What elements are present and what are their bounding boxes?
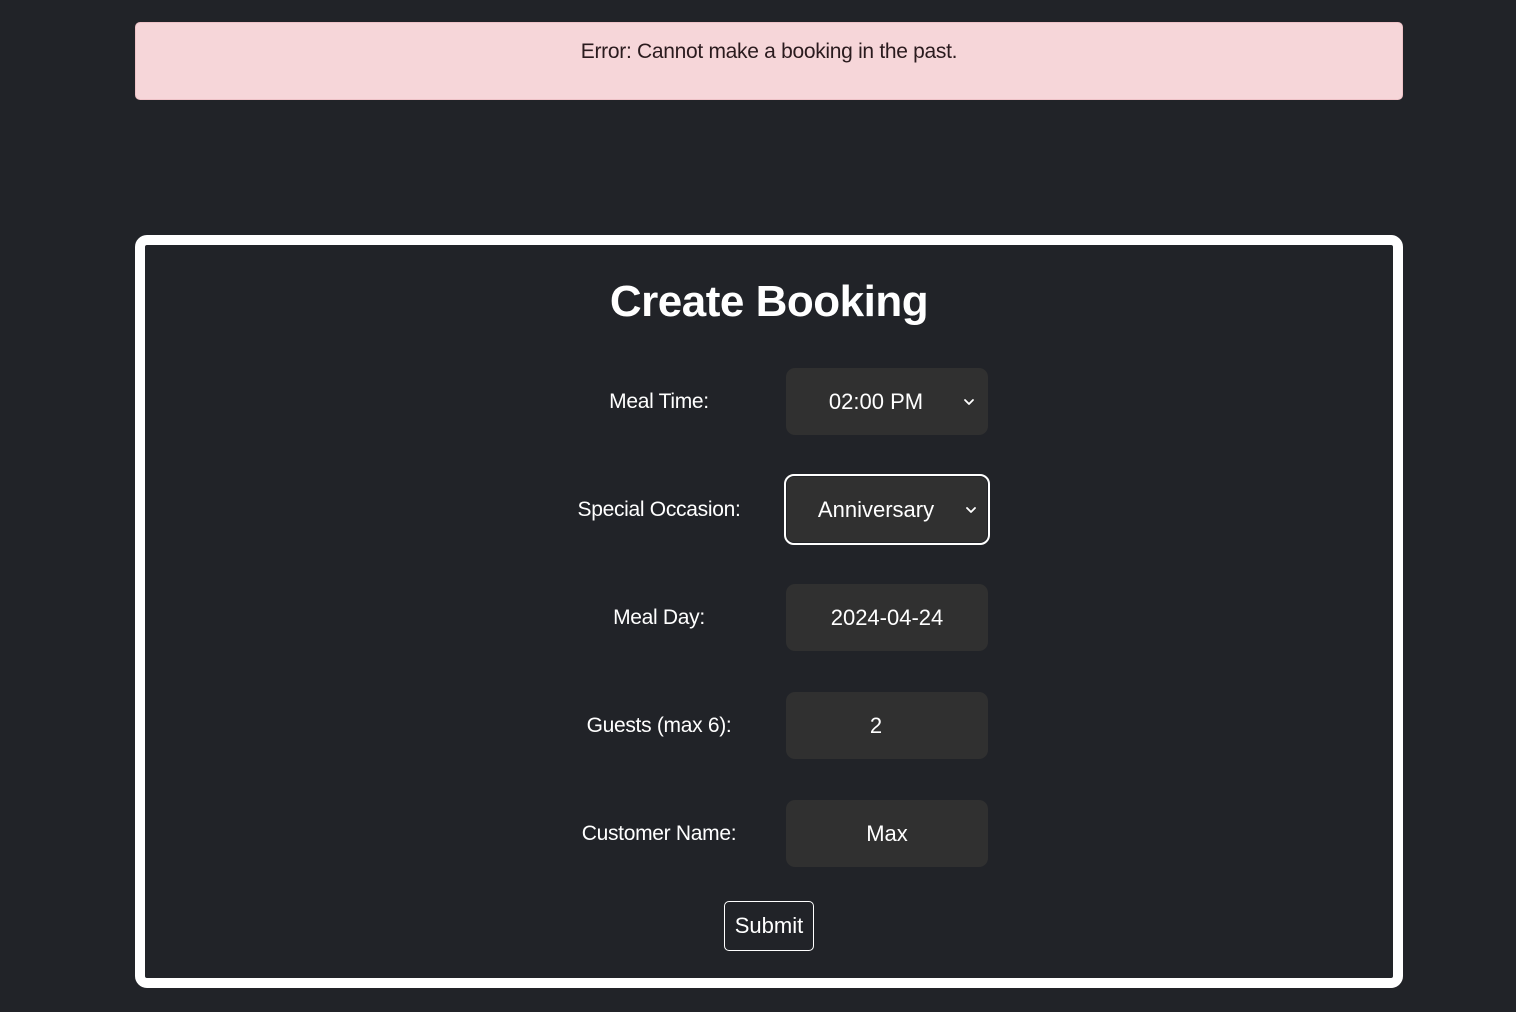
guests-input[interactable]: 2 <box>786 692 988 759</box>
meal-day-label: Meal Day: <box>613 605 705 629</box>
special-occasion-row: Special Occasion: Anniversary <box>145 474 1393 545</box>
error-alert: Error: Cannot make a booking in the past… <box>135 22 1403 100</box>
meal-time-label: Meal Time: <box>609 389 709 413</box>
booking-page: Error: Cannot make a booking in the past… <box>0 0 1516 1012</box>
customer-name-value: Max <box>866 820 908 846</box>
customer-name-label: Customer Name: <box>581 821 737 845</box>
meal-day-input[interactable]: 2024-04-24 <box>786 584 988 651</box>
chevron-down-icon <box>966 506 976 513</box>
customer-name-input[interactable]: Max <box>786 800 988 867</box>
page-title: Create Booking <box>609 277 929 326</box>
meal-time-row: Meal Time: 02:00 PM <box>145 368 1393 435</box>
guests-value: 2 <box>869 712 883 738</box>
meal-day-row: Meal Day: 2024-04-24 <box>145 584 1393 651</box>
special-occasion-label: Special Occasion: <box>577 497 741 521</box>
meal-time-value: 02:00 PM <box>828 388 924 414</box>
error-message: Error: Cannot make a booking in the past… <box>580 40 958 63</box>
create-booking-card: Create Booking Meal Time: 02:00 PM Speci… <box>135 235 1403 988</box>
guests-label: Guests (max 6): <box>586 713 732 737</box>
special-occasion-select[interactable]: Anniversary <box>784 474 990 545</box>
submit-button[interactable]: Submit <box>724 901 814 951</box>
special-occasion-value: Anniversary <box>817 496 935 522</box>
guests-row: Guests (max 6): 2 <box>145 692 1393 759</box>
meal-time-select[interactable]: 02:00 PM <box>786 368 988 435</box>
meal-day-value: 2024-04-24 <box>830 604 944 630</box>
chevron-down-icon <box>964 398 974 405</box>
customer-name-row: Customer Name: Max <box>145 800 1393 867</box>
